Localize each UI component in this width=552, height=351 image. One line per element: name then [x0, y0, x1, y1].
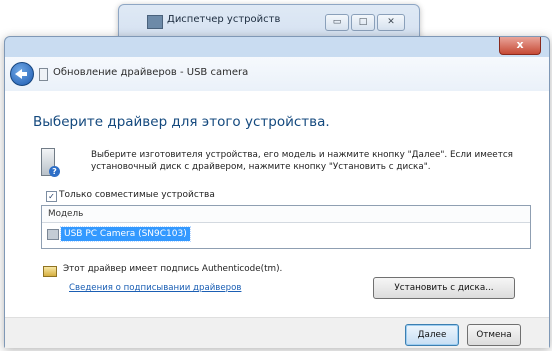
- close-button[interactable]: ✕: [377, 14, 405, 31]
- camera-driver-icon: [47, 229, 59, 240]
- cancel-button[interactable]: Отмена: [467, 324, 521, 346]
- instructions-text: Выберите изготовителя устройства, его мо…: [91, 150, 513, 172]
- compatible-devices-label[interactable]: Только совместимые устройства: [59, 190, 215, 200]
- device-manager-title: Диспетчер устройств: [167, 14, 281, 25]
- wizard-footer: Далее Отмена: [5, 317, 549, 348]
- wizard-content: Выберите драйвер для этого устройства. ?…: [5, 91, 549, 348]
- hardware-help-icon: ?: [41, 148, 60, 178]
- compatible-devices-checkbox[interactable]: ✓: [46, 191, 57, 202]
- help-badge-icon: ?: [49, 166, 60, 177]
- model-item-label[interactable]: USB PC Camera (SN9C103): [60, 226, 191, 242]
- list-item[interactable]: USB PC Camera (SN9C103): [47, 226, 237, 242]
- page-title: Выберите драйвер для этого устройства.: [33, 114, 330, 130]
- next-button[interactable]: Далее: [405, 324, 459, 346]
- device-manager-icon: [147, 15, 163, 29]
- back-arrow-icon: [15, 69, 27, 79]
- minimize-button[interactable]: ▭: [325, 14, 349, 31]
- update-driver-dialog: x Обновление драйверов - USB camera Выбе…: [4, 36, 550, 348]
- model-column-header[interactable]: Модель: [42, 206, 530, 223]
- back-button[interactable]: [10, 62, 34, 86]
- certificate-icon: [43, 266, 57, 277]
- device-icon: [39, 68, 48, 81]
- wizard-nav-bar: Обновление драйверов - USB camera: [5, 57, 549, 91]
- driver-signing-link[interactable]: Сведения о подписывании драйверов: [69, 283, 241, 293]
- model-column-label: Модель: [48, 209, 84, 219]
- wizard-title: Обновление драйверов - USB camera: [53, 67, 249, 78]
- dialog-close-button[interactable]: x: [499, 37, 541, 55]
- have-disk-button[interactable]: Установить с диска...: [373, 277, 515, 299]
- model-list[interactable]: Модель USB PC Camera (SN9C103): [41, 205, 531, 249]
- signature-status-text: Этот драйвер имеет подпись Authenticode(…: [63, 264, 283, 274]
- maximize-button[interactable]: □: [351, 14, 375, 31]
